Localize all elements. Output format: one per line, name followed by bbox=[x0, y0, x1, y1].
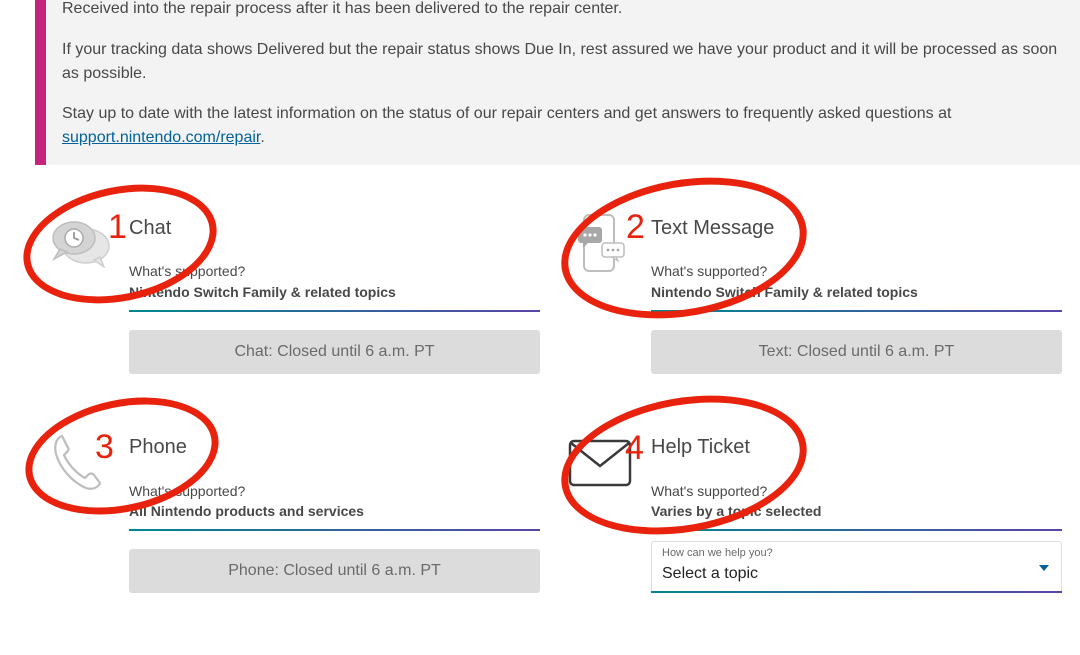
text-message-title: Text Message bbox=[651, 217, 775, 239]
topic-select-value: Select a topic bbox=[662, 565, 759, 582]
repair-support-link[interactable]: support.nintendo.com/repair bbox=[62, 129, 260, 146]
notice-paragraph-received: Received into the repair process after i… bbox=[62, 0, 623, 17]
chat-supported-label: What's supported? bbox=[129, 263, 246, 279]
topic-select-label: How can we help you? bbox=[662, 547, 773, 559]
chat-supported-value: Nintendo Switch Family & related topics bbox=[129, 284, 396, 300]
text-divider bbox=[651, 310, 1062, 312]
notice-period: . bbox=[260, 129, 265, 146]
notice-status-text: Stay up to date with the latest informat… bbox=[62, 105, 952, 122]
chat-title: Chat bbox=[129, 217, 172, 239]
text-supported-label: What's supported? bbox=[651, 263, 768, 279]
ticket-divider bbox=[651, 529, 1062, 531]
text-button[interactable]: Text: Closed until 6 a.m. PT bbox=[651, 330, 1062, 374]
annotation-number-2: 2 bbox=[626, 208, 645, 246]
phone-supported-value: All Nintendo products and services bbox=[129, 503, 364, 519]
notice-paragraph-delivered: If your tracking data shows Delivered bu… bbox=[62, 41, 1058, 82]
phone-supported-label: What's supported? bbox=[129, 483, 246, 499]
chat-button[interactable]: Chat: Closed until 6 a.m. PT bbox=[129, 330, 540, 374]
phone-message-icon bbox=[578, 214, 625, 272]
chat-divider bbox=[129, 310, 540, 312]
envelope-icon bbox=[568, 439, 632, 487]
phone-button[interactable]: Phone: Closed until 6 a.m. PT bbox=[129, 549, 540, 593]
ticket-supported-label: What's supported? bbox=[651, 483, 768, 499]
repair-notice: Received into the repair process after i… bbox=[35, 0, 1080, 165]
annotation-number-1: 1 bbox=[108, 208, 127, 246]
chat-bubble-clock-icon bbox=[51, 221, 110, 268]
notice-accent-bar bbox=[35, 0, 46, 165]
phone-title: Phone bbox=[129, 436, 187, 458]
annotation-number-4: 4 bbox=[625, 429, 644, 467]
annotation-number-3: 3 bbox=[95, 428, 114, 466]
topic-select-underline bbox=[651, 591, 1062, 593]
help-ticket-title: Help Ticket bbox=[651, 436, 750, 458]
phone-divider bbox=[129, 529, 540, 531]
chevron-down-icon[interactable] bbox=[1039, 565, 1049, 571]
ticket-supported-value: Varies by a topic selected bbox=[651, 503, 822, 519]
text-supported-value: Nintendo Switch Family & related topics bbox=[651, 284, 918, 300]
topic-select[interactable]: How can we help you? Select a topic bbox=[651, 541, 1062, 593]
notice-paragraph-status: Stay up to date with the latest informat… bbox=[62, 102, 1062, 150]
